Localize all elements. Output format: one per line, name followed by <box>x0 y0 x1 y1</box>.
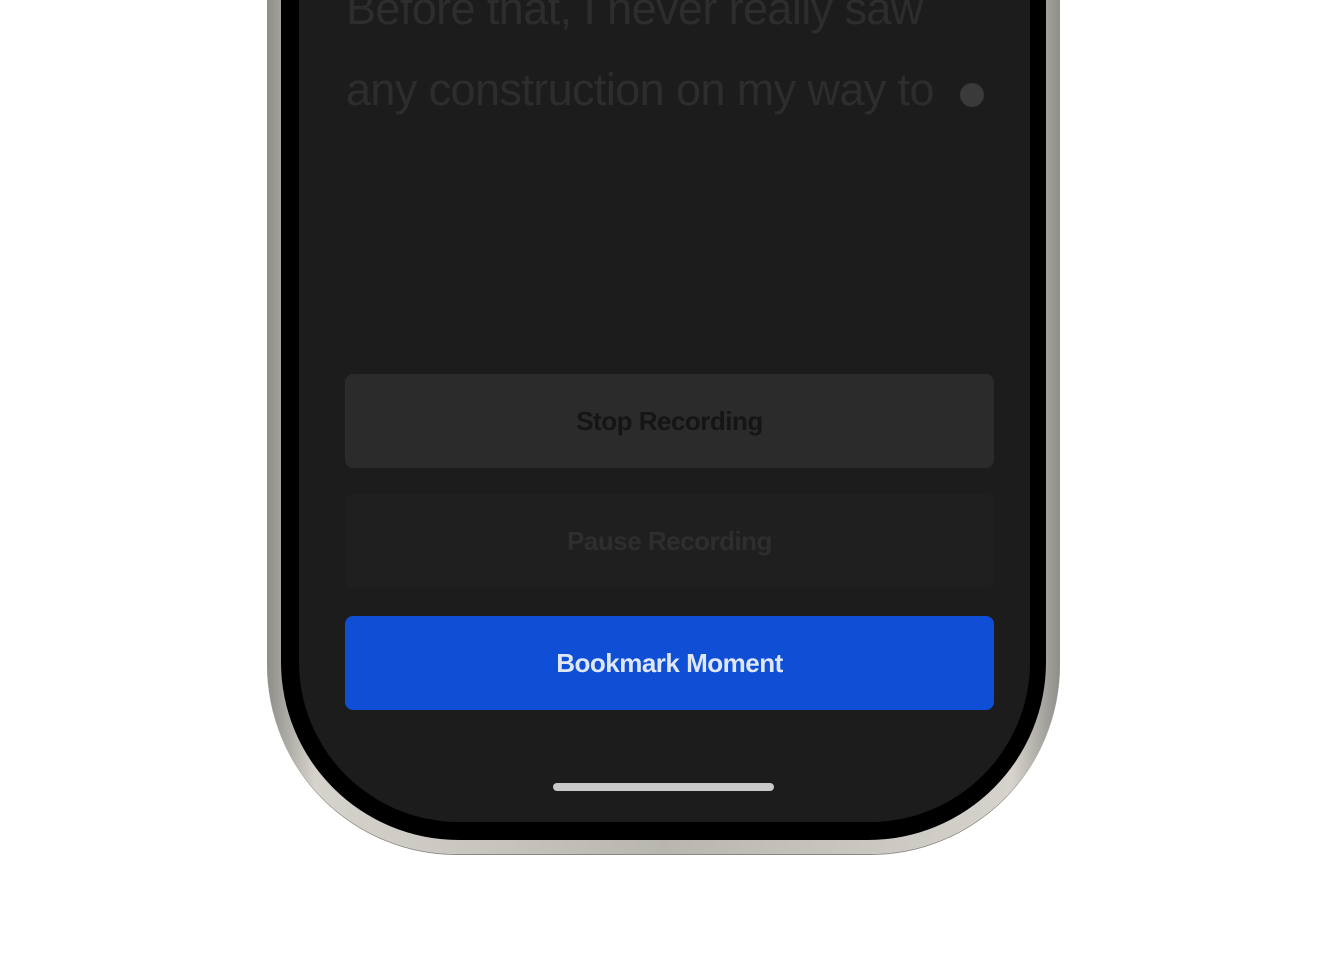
recording-cursor-dot <box>959 83 984 107</box>
transcript-text: Before that, I never really saw any cons… <box>346 0 934 115</box>
live-transcript: Before that, I never really saw any cons… <box>346 0 986 130</box>
bookmark-moment-label: Bookmark Moment <box>556 647 783 678</box>
bookmark-moment-button[interactable]: Bookmark Moment <box>345 616 994 710</box>
stop-recording-label: Stop Recording <box>576 405 763 436</box>
stop-recording-button[interactable]: Stop Recording <box>345 374 994 468</box>
phone-screen: Before that, I never really saw any cons… <box>299 0 1030 822</box>
pause-recording-label: Pause Recording <box>567 525 772 556</box>
device-mockup: Before that, I never really saw any cons… <box>0 0 1329 962</box>
home-indicator[interactable] <box>553 783 774 791</box>
pause-recording-button[interactable]: Pause Recording <box>345 494 994 588</box>
